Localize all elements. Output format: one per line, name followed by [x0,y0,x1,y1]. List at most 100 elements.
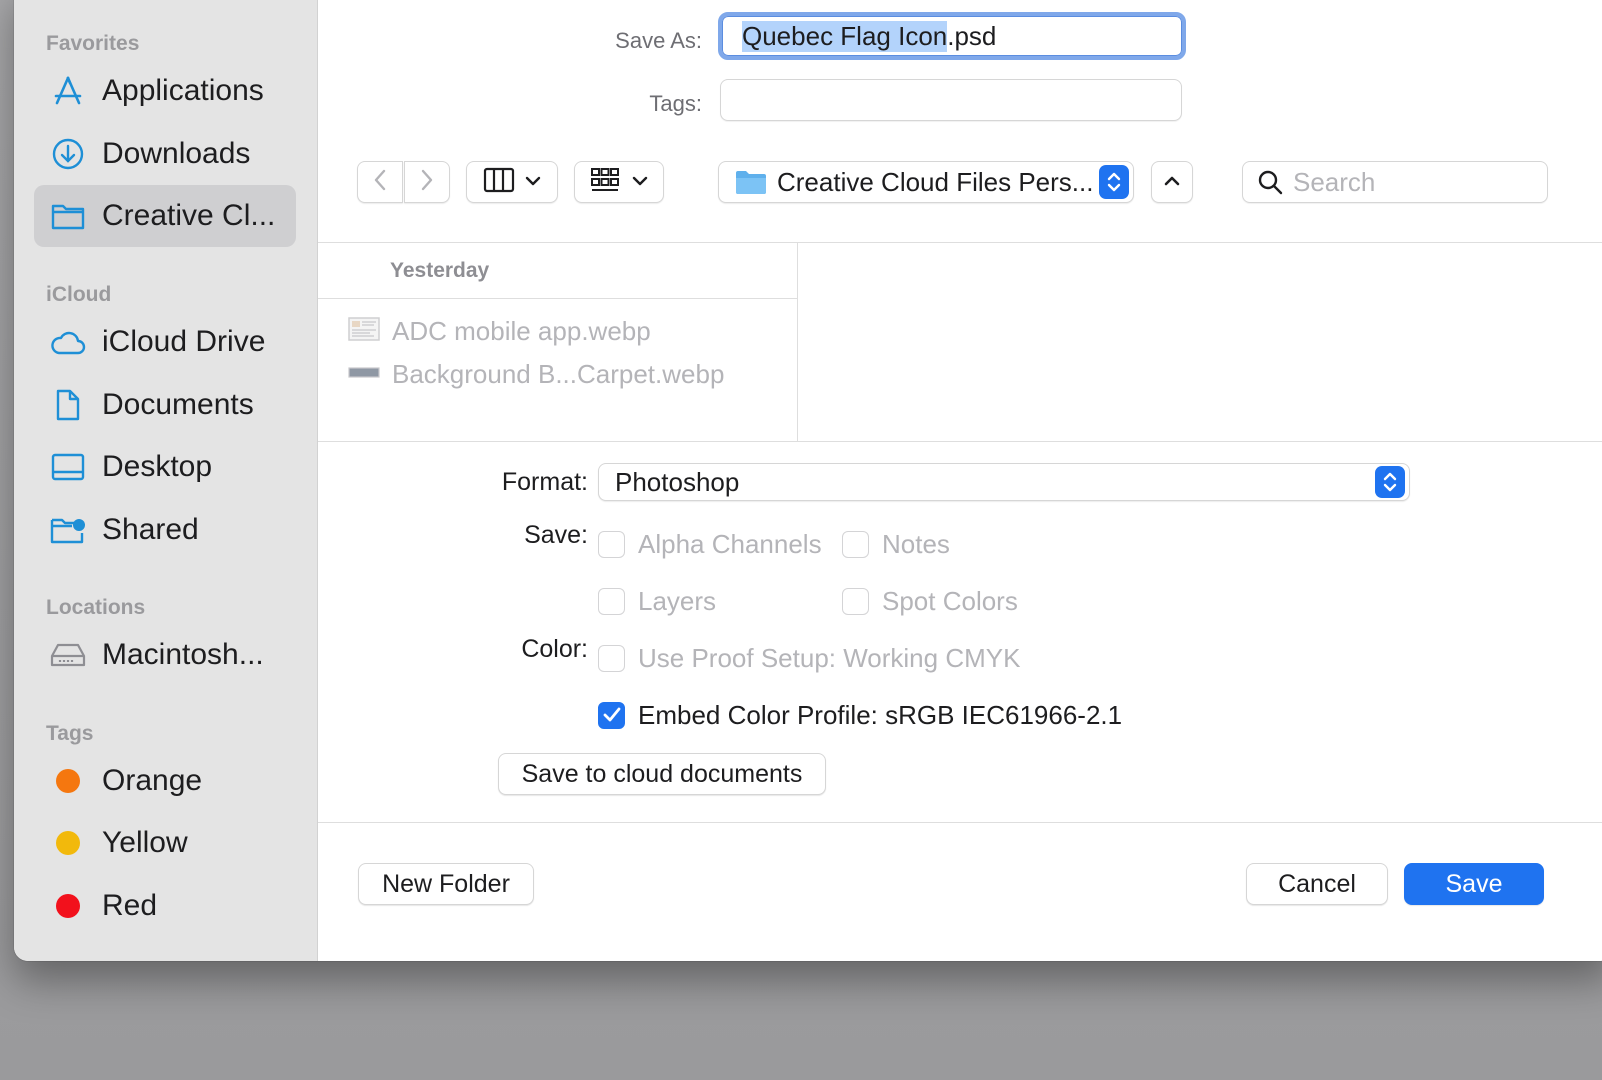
sidebar-item-shared[interactable]: Shared [34,499,296,561]
sidebar-item-label: Red [102,889,158,922]
yellow-tag-dot-icon [56,831,80,855]
sidebar-item-label: Yellow [102,826,188,859]
save-to-cloud-button[interactable]: Save to cloud documents [498,753,826,795]
sidebar-item-label: Shared [102,513,199,546]
checkbox-label: Spot Colors [882,585,1018,616]
red-tag-dot-icon [56,894,80,918]
back-button[interactable] [357,161,403,203]
file-row[interactable]: ADC mobile app.webp [348,311,651,351]
file-name: Background B...Carpet.webp [392,358,725,389]
sidebar-section-locations: Locations [46,596,146,619]
checkbox-box [598,644,625,672]
main-panel: Save As: Quebec Flag Icon .psd Tags: Cre… [318,0,1602,961]
filename-selected-text: Quebec Flag Icon [742,20,948,52]
sidebar-item-label: Creative Cl... [102,199,276,232]
cloud-icon [50,324,86,360]
group-header-label: Yesterday [390,259,490,282]
file-browser: Yesterday ADC mobile app.webp Background… [318,242,1602,442]
color-label: Color: [521,635,588,663]
embed-color-profile-checkbox[interactable]: Embed Color Profile: sRGB IEC61966-2.1 [598,698,1122,732]
tags-input[interactable] [720,79,1182,121]
format-label: Format: [501,468,588,496]
desktop-icon [50,449,86,485]
sidebar-section-icloud: iCloud [46,283,112,306]
location-popup[interactable]: Creative Cloud Files Pers... [718,161,1134,203]
file-row[interactable]: Background B...Carpet.webp [348,354,724,394]
sidebar-item-creative-cloud[interactable]: Creative Cl... [34,185,296,247]
use-proof-setup-checkbox[interactable]: Use Proof Setup: Working CMYK [598,641,1020,675]
sidebar-item-desktop[interactable]: Desktop [34,436,296,498]
save-dialog: Favorites Applications Downloads Creativ… [14,0,1602,961]
search-input[interactable] [1293,166,1533,198]
up-down-chevron-icon [1375,466,1405,498]
new-folder-button[interactable]: New Folder [358,863,534,905]
sidebar-item-label: Orange [102,764,203,797]
shared-folder-icon [50,512,86,548]
sidebar-item-label: Macintosh... [102,638,264,671]
chevron-down-icon [525,173,541,191]
save-button[interactable]: Save [1404,863,1544,905]
search-field[interactable] [1242,161,1548,203]
sidebar-section-tags: Tags [46,722,94,745]
image-file-icon [348,316,380,346]
folder-icon [735,169,767,195]
format-popup[interactable]: Photoshop [598,463,1410,501]
checkbox-box [842,530,869,558]
checkbox-label: Embed Color Profile: sRGB IEC61966-2.1 [638,699,1123,730]
folder-icon [50,198,86,234]
sidebar-item-label: Applications [102,74,264,107]
checkbox-box [598,701,625,729]
filename-input[interactable]: Quebec Flag Icon .psd [718,12,1186,60]
save-as-label: Save As: [615,28,702,53]
checkbox-label: Notes [882,528,950,559]
cancel-button[interactable]: Cancel [1246,863,1388,905]
save-options-label: Save: [524,521,588,549]
file-name: ADC mobile app.webp [392,315,651,346]
chevron-up-icon [1164,173,1180,191]
checkbox-label: Alpha Channels [638,528,822,559]
sidebar-item-label: Downloads [102,137,251,170]
image-file-icon [348,360,380,389]
sidebar-item-downloads[interactable]: Downloads [34,123,296,185]
sidebar-item-macintosh[interactable]: Macintosh... [34,624,296,686]
tags-label: Tags: [649,91,702,116]
sidebar-item-applications[interactable]: Applications [34,60,296,122]
sidebar-tag-red[interactable]: Red [34,875,296,937]
chevron-down-icon [632,173,648,191]
sidebar-item-label: Desktop [102,450,213,483]
view-columns-button[interactable] [466,161,558,203]
format-value: Photoshop [615,466,740,497]
notes-checkbox[interactable]: Notes [842,527,950,561]
chevron-left-icon [373,168,387,197]
column-group-header: Yesterday [318,243,798,299]
sidebar-section-favorites: Favorites [46,32,140,55]
document-icon [50,387,86,423]
layers-checkbox[interactable]: Layers [598,584,716,618]
sidebar-item-documents[interactable]: Documents [34,374,296,436]
file-column: Yesterday ADC mobile app.webp Background… [318,243,798,441]
sidebar-tag-orange[interactable]: Orange [34,750,296,812]
view-grid-button[interactable] [574,161,664,203]
location-label: Creative Cloud Files Pers... [777,166,1094,197]
spot-colors-checkbox[interactable]: Spot Colors [842,584,1018,618]
sidebar-item-label: Documents [102,388,254,421]
hard-drive-icon [50,637,86,673]
orange-tag-dot-icon [56,769,80,793]
up-down-chevron-icon [1099,165,1129,199]
sidebar-tag-yellow[interactable]: Yellow [34,812,296,874]
sidebar: Favorites Applications Downloads Creativ… [14,0,318,961]
columns-view-icon [483,167,515,198]
checkbox-box [842,587,869,615]
filename-extension: .psd [947,20,997,51]
expand-collapse-button[interactable] [1151,161,1193,203]
checkbox-label: Layers [638,585,717,616]
checkbox-box [598,587,625,615]
forward-button[interactable] [404,161,450,203]
sidebar-item-icloud-drive[interactable]: iCloud Drive [34,311,296,373]
downloads-icon [50,136,86,172]
search-icon [1257,169,1283,195]
chevron-right-icon [420,168,434,197]
footer-divider [318,822,1602,823]
sidebar-item-label: iCloud Drive [102,325,266,358]
alpha-channels-checkbox[interactable]: Alpha Channels [598,527,822,561]
